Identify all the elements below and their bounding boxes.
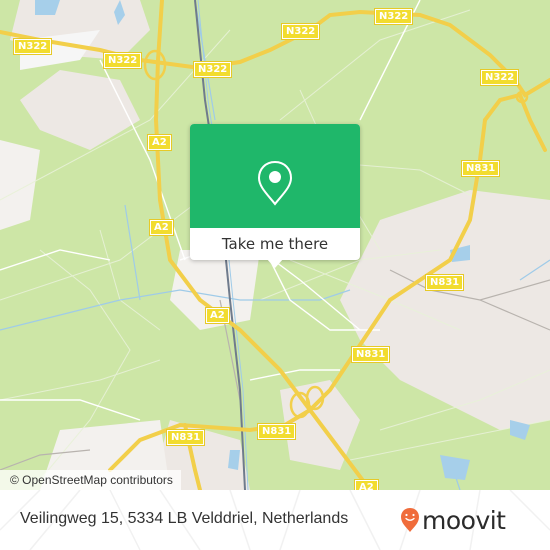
footer-bar: Veilingweg 15, 5334 LB Velddriel, Nether… [0, 490, 550, 550]
map-attribution[interactable]: © OpenStreetMap contributors [0, 470, 181, 490]
road-label-n322: N322 [280, 23, 321, 40]
moovit-logo-text: moovit [422, 505, 506, 535]
road-label-a2: A2 [147, 134, 172, 151]
road-label-n322: N322 [373, 8, 414, 25]
road-label-n322: N322 [192, 61, 233, 78]
address-text: Veilingweg 15, 5334 LB Velddriel, Nether… [20, 510, 349, 527]
popup-pointer [266, 258, 284, 268]
moovit-logo[interactable]: moovit [400, 502, 506, 538]
road-label-a2: A2 [149, 219, 174, 236]
location-popup: Take me there [190, 124, 360, 268]
popup-header [190, 124, 360, 228]
location-pin-icon [257, 160, 293, 206]
road-label-n831: N831 [256, 423, 297, 440]
moovit-pin-icon [401, 508, 419, 532]
road-label-n831: N831 [350, 346, 391, 363]
take-me-there-button[interactable]: Take me there [190, 228, 360, 260]
map-view[interactable]: N322 N322 N322 N322 N322 N322 A2 A2 A2 A… [0, 0, 550, 490]
road-label-n322: N322 [102, 52, 143, 69]
road-label-n831: N831 [460, 160, 501, 177]
road-label-n831: N831 [165, 429, 206, 446]
road-label-a2: A2 [205, 307, 230, 324]
road-label-a2: A2 [354, 479, 379, 490]
road-label-n322: N322 [12, 38, 53, 55]
road-label-n322: N322 [479, 69, 520, 86]
road-label-n831: N831 [424, 274, 465, 291]
